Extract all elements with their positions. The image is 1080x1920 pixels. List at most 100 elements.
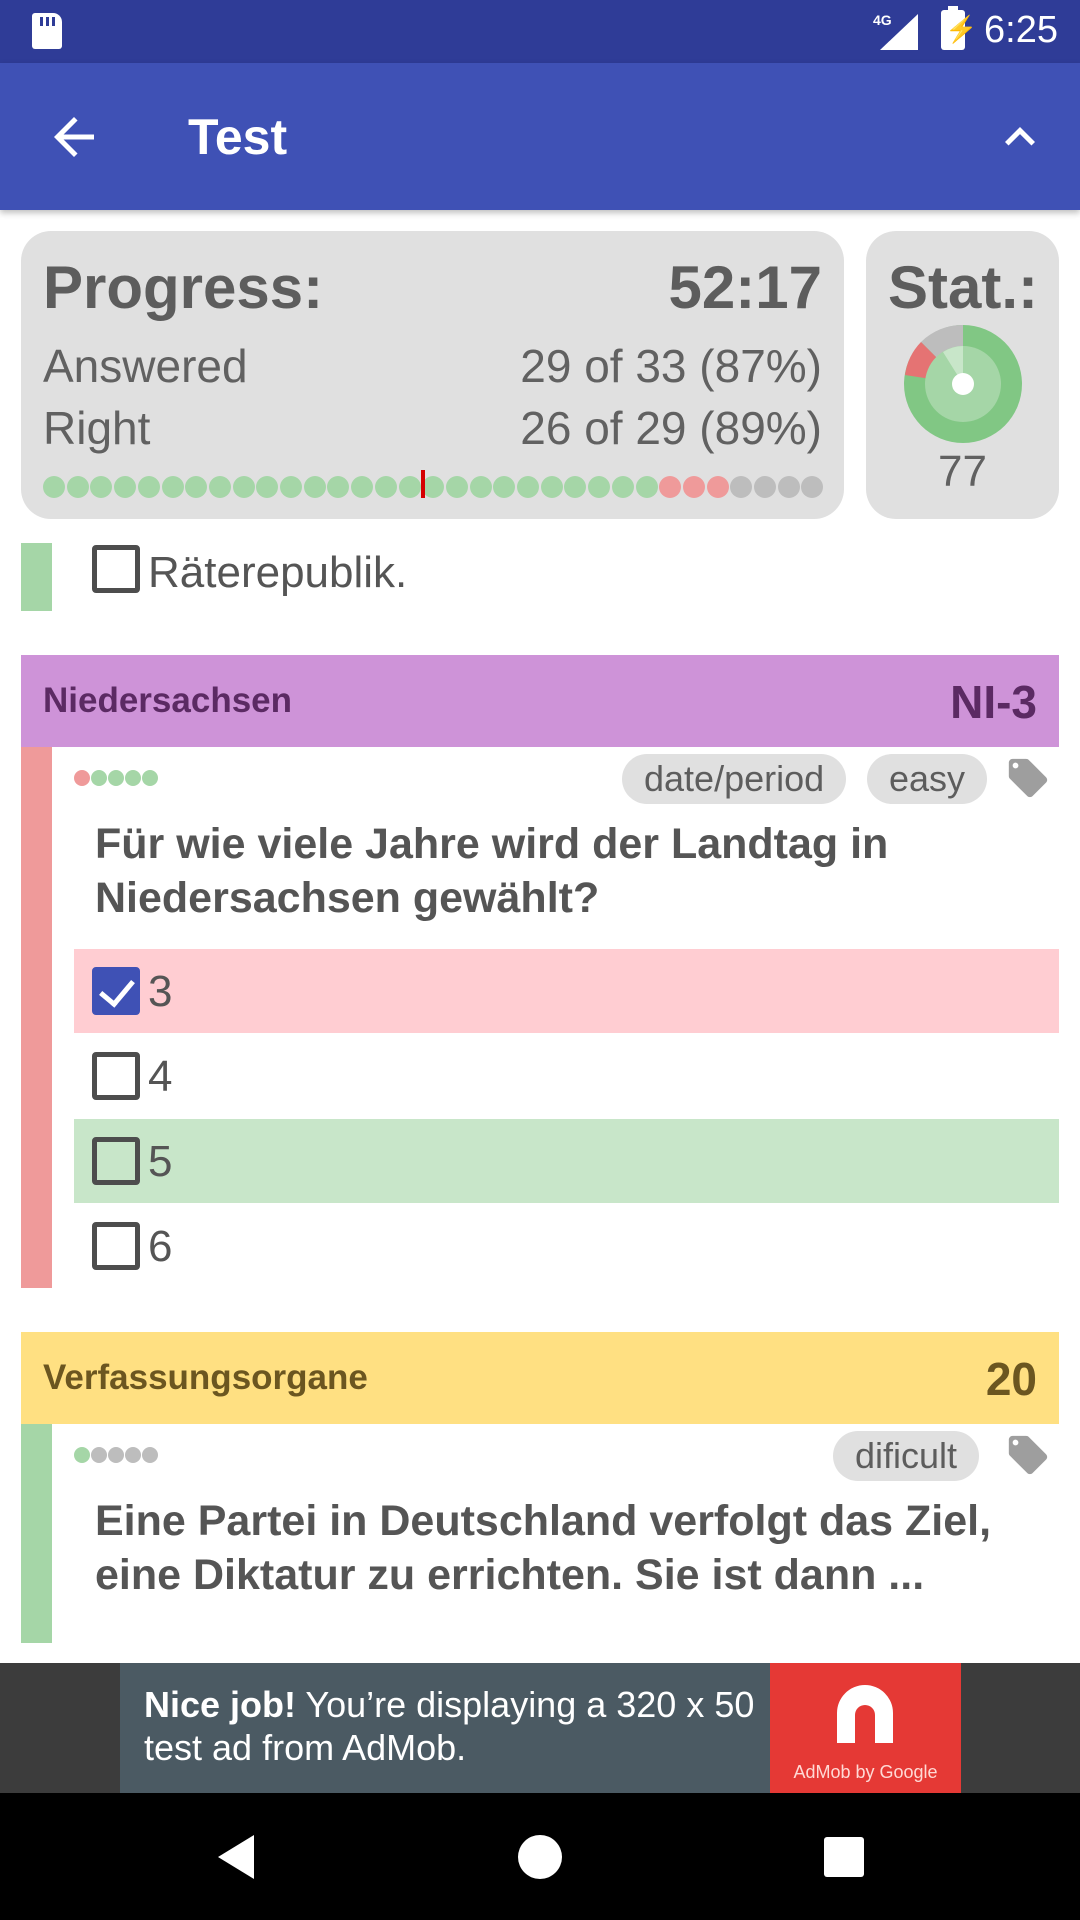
progress-dot[interactable] (706, 476, 729, 498)
progress-dot[interactable] (469, 476, 492, 498)
category-header: Verfassungsorgane 20 (21, 1332, 1059, 1424)
progress-dot[interactable] (90, 476, 113, 498)
progress-dot[interactable] (114, 476, 137, 498)
answered-label: Answered (43, 340, 248, 392)
progress-title: Progress: (43, 254, 324, 321)
progress-dot[interactable] (682, 476, 705, 498)
right-label: Right (43, 402, 151, 454)
right-row: Right 26 of 29 (89%) (43, 401, 822, 455)
tag-chip[interactable]: dificult (833, 1431, 980, 1481)
progress-dot[interactable] (137, 476, 160, 498)
ad-text: Nice job! You’re displaying a 320 x 50 t… (144, 1683, 764, 1769)
option-row[interactable]: 5 (74, 1119, 1059, 1203)
stat-ring-chart (904, 325, 1022, 443)
progress-dot[interactable] (208, 476, 231, 498)
progress-dots[interactable] (43, 470, 825, 498)
stat-card[interactable]: Stat.: 77 (866, 231, 1059, 519)
tag-icon[interactable] (1005, 755, 1051, 801)
progress-dot[interactable] (659, 476, 682, 498)
timer: 52:17 (668, 254, 822, 321)
history-dot (108, 1447, 124, 1463)
nav-recents-icon[interactable] (816, 1829, 872, 1885)
option-checkbox[interactable] (92, 545, 140, 593)
progress-dot[interactable] (540, 476, 563, 498)
category-name: Niedersachsen (43, 681, 293, 720)
progress-dot[interactable] (730, 476, 753, 498)
progress-dot[interactable] (422, 476, 445, 498)
option-checkbox[interactable] (92, 1137, 140, 1185)
option-row[interactable]: 6 (74, 1204, 1059, 1288)
option-label: 3 (148, 967, 173, 1016)
history-dot (74, 1447, 90, 1463)
option-label: 5 (148, 1137, 173, 1186)
tag-chip[interactable]: date/period (622, 754, 847, 804)
current-question-marker (421, 470, 426, 498)
progress-dot[interactable] (303, 476, 326, 498)
history-dots (74, 770, 159, 786)
history-dot (125, 770, 141, 786)
option-row[interactable]: 3 (74, 949, 1059, 1033)
answer-status-bar (21, 543, 52, 611)
progress-dot[interactable] (66, 476, 89, 498)
status-bar: 4G ⚡ 6:25 (0, 0, 1080, 63)
admob-logo[interactable]: AdMob by Google (770, 1663, 961, 1793)
history-dot (74, 770, 90, 786)
arrow-back-icon (54, 117, 94, 157)
progress-dot[interactable] (635, 476, 658, 498)
question-text: Eine Partei in Deutschland verfolgt das … (95, 1497, 992, 1599)
system-nav-bar (0, 1793, 1080, 1920)
progress-dot[interactable] (517, 476, 539, 498)
stat-value: 77 (938, 447, 987, 496)
ad-content[interactable]: Nice job! You’re displaying a 320 x 50 t… (120, 1663, 770, 1793)
option-row[interactable]: 4 (74, 1034, 1059, 1118)
app-bar: Test (0, 63, 1080, 210)
history-dot (142, 770, 158, 786)
history-dot (91, 770, 107, 786)
back-button[interactable] (44, 107, 104, 167)
sd-card-icon (32, 13, 62, 49)
option-checkbox[interactable] (92, 1222, 140, 1270)
ad-logo-caption: AdMob by Google (793, 1762, 938, 1782)
option-label: 4 (148, 1052, 173, 1101)
stat-title: Stat.: (888, 254, 1038, 321)
progress-dot[interactable] (327, 476, 350, 498)
progress-dot[interactable] (161, 476, 184, 498)
progress-dot[interactable] (232, 476, 255, 498)
history-dot (142, 1447, 158, 1463)
progress-dot[interactable] (777, 476, 800, 498)
nav-back-icon[interactable] (210, 1829, 266, 1885)
option-checkbox[interactable] (92, 967, 140, 1015)
progress-dot[interactable] (588, 476, 611, 498)
page-title: Test (188, 109, 288, 165)
option-label: 6 (148, 1222, 173, 1271)
question-code: 20 (985, 1353, 1037, 1405)
option-checkbox[interactable] (92, 1052, 140, 1100)
category-header: Niedersachsen NI-3 (21, 655, 1059, 747)
progress-dot[interactable] (351, 476, 374, 498)
collapse-button[interactable] (990, 107, 1050, 167)
progress-dot[interactable] (185, 476, 208, 498)
progress-dot[interactable] (43, 476, 65, 498)
progress-dot[interactable] (493, 476, 516, 498)
tag-icon[interactable] (1005, 1432, 1051, 1478)
progress-dot[interactable] (256, 476, 279, 498)
progress-dot[interactable] (564, 476, 587, 498)
history-dot (108, 770, 124, 786)
progress-dot[interactable] (801, 476, 824, 498)
progress-dot[interactable] (280, 476, 302, 498)
tag-chip[interactable]: easy (867, 754, 988, 804)
right-value: 26 of 29 (89%) (520, 402, 822, 454)
ad-headline: Nice job! (144, 1684, 297, 1725)
ad-banner[interactable]: Nice job! You’re displaying a 320 x 50 t… (0, 1663, 1080, 1793)
progress-dot[interactable] (374, 476, 397, 498)
answer-status-bar (21, 1424, 52, 1643)
answered-value: 29 of 33 (87%) (520, 340, 822, 392)
history-dot (125, 1447, 141, 1463)
progress-dot[interactable] (611, 476, 634, 498)
progress-dot[interactable] (445, 476, 468, 498)
progress-dot[interactable] (754, 476, 776, 498)
nav-home-icon[interactable] (512, 1829, 568, 1885)
answered-row: Answered 29 of 33 (87%) (43, 339, 822, 393)
chevron-up-icon (1005, 127, 1035, 146)
progress-dot[interactable] (398, 476, 421, 498)
